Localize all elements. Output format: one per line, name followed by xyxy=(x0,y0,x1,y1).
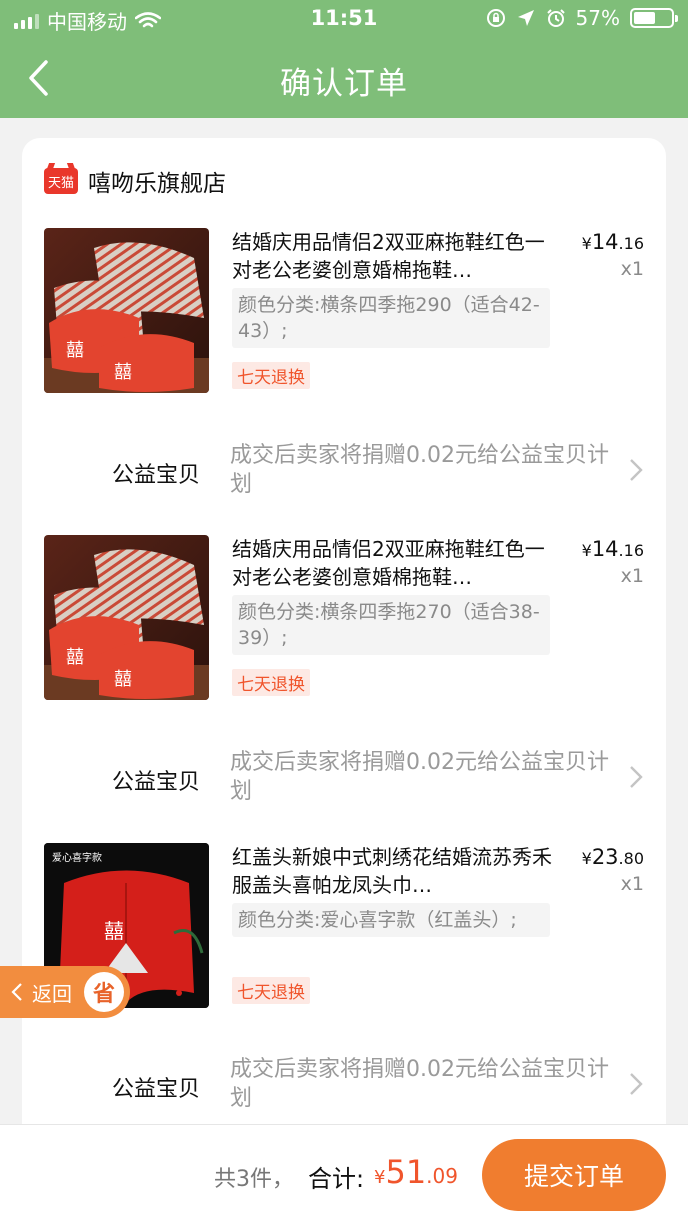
chevron-right-icon xyxy=(630,459,643,481)
product-title: 结婚庆用品情侣2双亚麻拖鞋红色一对老公老婆创意婚棉拖鞋… xyxy=(232,537,545,589)
total-label: 合计: xyxy=(308,1165,365,1193)
svg-text:囍: 囍 xyxy=(114,362,132,383)
product-title: 红盖头新娘中式刺绣花结婚流苏秀禾服盖头喜帕龙凤头巾… xyxy=(232,845,552,897)
battery-icon xyxy=(630,8,678,28)
product-price: ¥14.16 xyxy=(581,537,644,561)
svg-text:囍: 囍 xyxy=(104,919,124,943)
chevron-left-icon xyxy=(11,983,22,1001)
charity-row[interactable]: 公益宝贝 成交后卖家将捐赠0.02元给公益宝贝计划 xyxy=(44,1049,644,1119)
product-image: 囍 囍 xyxy=(44,228,209,393)
page-title: 确认订单 xyxy=(280,66,408,102)
product-quantity: x1 xyxy=(620,873,644,895)
rotation-lock-icon xyxy=(486,9,505,27)
total-amount: ¥51.09 xyxy=(374,1153,458,1191)
return-policy-tag: 七天退换 xyxy=(232,977,310,1004)
charity-text: 成交后卖家将捐赠0.02元给公益宝贝计划 xyxy=(230,443,609,497)
charity-label: 公益宝贝 xyxy=(112,1077,201,1102)
order-card: 天猫 嘻吻乐旗舰店 囍 囍 结婚庆用品情侣2双亚麻拖鞋红色一对老公老婆创意婚棉拖… xyxy=(22,138,666,1224)
chevron-right-icon xyxy=(630,1073,643,1095)
item-count: 共3件， xyxy=(214,1167,294,1192)
charity-row[interactable]: 公益宝贝 成交后卖家将捐赠0.02元给公益宝贝计划 xyxy=(44,742,644,812)
savings-icon: 省 xyxy=(84,972,124,1012)
charity-row[interactable]: 公益宝贝 成交后卖家将捐赠0.02元给公益宝贝计划 xyxy=(44,435,644,505)
alarm-icon xyxy=(546,9,565,27)
svg-text:囍: 囍 xyxy=(66,647,84,668)
order-item[interactable]: 囍 囍 结婚庆用品情侣2双亚麻拖鞋红色一对老公老婆创意婚棉拖鞋… ¥14.16 … xyxy=(44,228,644,398)
product-image: 囍 囍 xyxy=(44,535,209,700)
product-price: ¥14.16 xyxy=(581,230,644,254)
battery-percent: 57% xyxy=(575,6,620,30)
svg-text:囍: 囍 xyxy=(66,340,84,361)
product-price: ¥23.80 xyxy=(581,845,644,869)
product-sku: 颜色分类:横条四季拖270（适合38-39）; xyxy=(232,595,550,655)
order-item[interactable]: 囍 爱心喜字款 红盖头新娘中式刺绣花结婚流苏秀禾服盖头喜帕龙凤头巾… ¥23.8… xyxy=(44,843,644,1013)
product-quantity: x1 xyxy=(620,258,644,280)
status-bar: 中国移动 11:51 57% xyxy=(0,0,688,38)
charity-text: 成交后卖家将捐赠0.02元给公益宝贝计划 xyxy=(230,750,609,804)
checkout-bar: 共3件， 合计: ¥51.09 提交订单 xyxy=(0,1124,688,1224)
thumb-caption: 爱心喜字款 xyxy=(52,853,102,864)
charity-label: 公益宝贝 xyxy=(112,770,201,795)
charity-text: 成交后卖家将捐赠0.02元给公益宝贝计划 xyxy=(230,1057,609,1111)
tmall-icon: 天猫 xyxy=(44,168,78,194)
submit-order-button[interactable]: 提交订单 xyxy=(482,1139,666,1211)
product-sku: 颜色分类:横条四季拖290（适合42-43）; xyxy=(232,288,550,348)
chevron-right-icon xyxy=(630,766,643,788)
location-arrow-icon xyxy=(517,10,534,26)
return-policy-tag: 七天退换 xyxy=(232,669,310,696)
product-title: 结婚庆用品情侣2双亚麻拖鞋红色一对老公老婆创意婚棉拖鞋… xyxy=(232,230,545,282)
charity-label: 公益宝贝 xyxy=(112,463,201,488)
product-quantity: x1 xyxy=(620,565,644,587)
product-sku: 颜色分类:爱心喜字款（红盖头）; xyxy=(232,903,550,937)
shop-header[interactable]: 天猫 嘻吻乐旗舰店 xyxy=(44,164,226,198)
order-item[interactable]: 囍 囍 结婚庆用品情侣2双亚麻拖鞋红色一对老公老婆创意婚棉拖鞋… ¥14.16 … xyxy=(44,535,644,705)
svg-text:囍: 囍 xyxy=(114,669,132,690)
return-policy-tag: 七天退换 xyxy=(232,362,310,389)
shop-name: 嘻吻乐旗舰店 xyxy=(88,171,226,197)
floating-back-label: 返回 xyxy=(32,981,72,1006)
nav-bar: 确认订单 xyxy=(0,38,688,118)
floating-back-button[interactable]: 返回 省 xyxy=(0,966,130,1018)
